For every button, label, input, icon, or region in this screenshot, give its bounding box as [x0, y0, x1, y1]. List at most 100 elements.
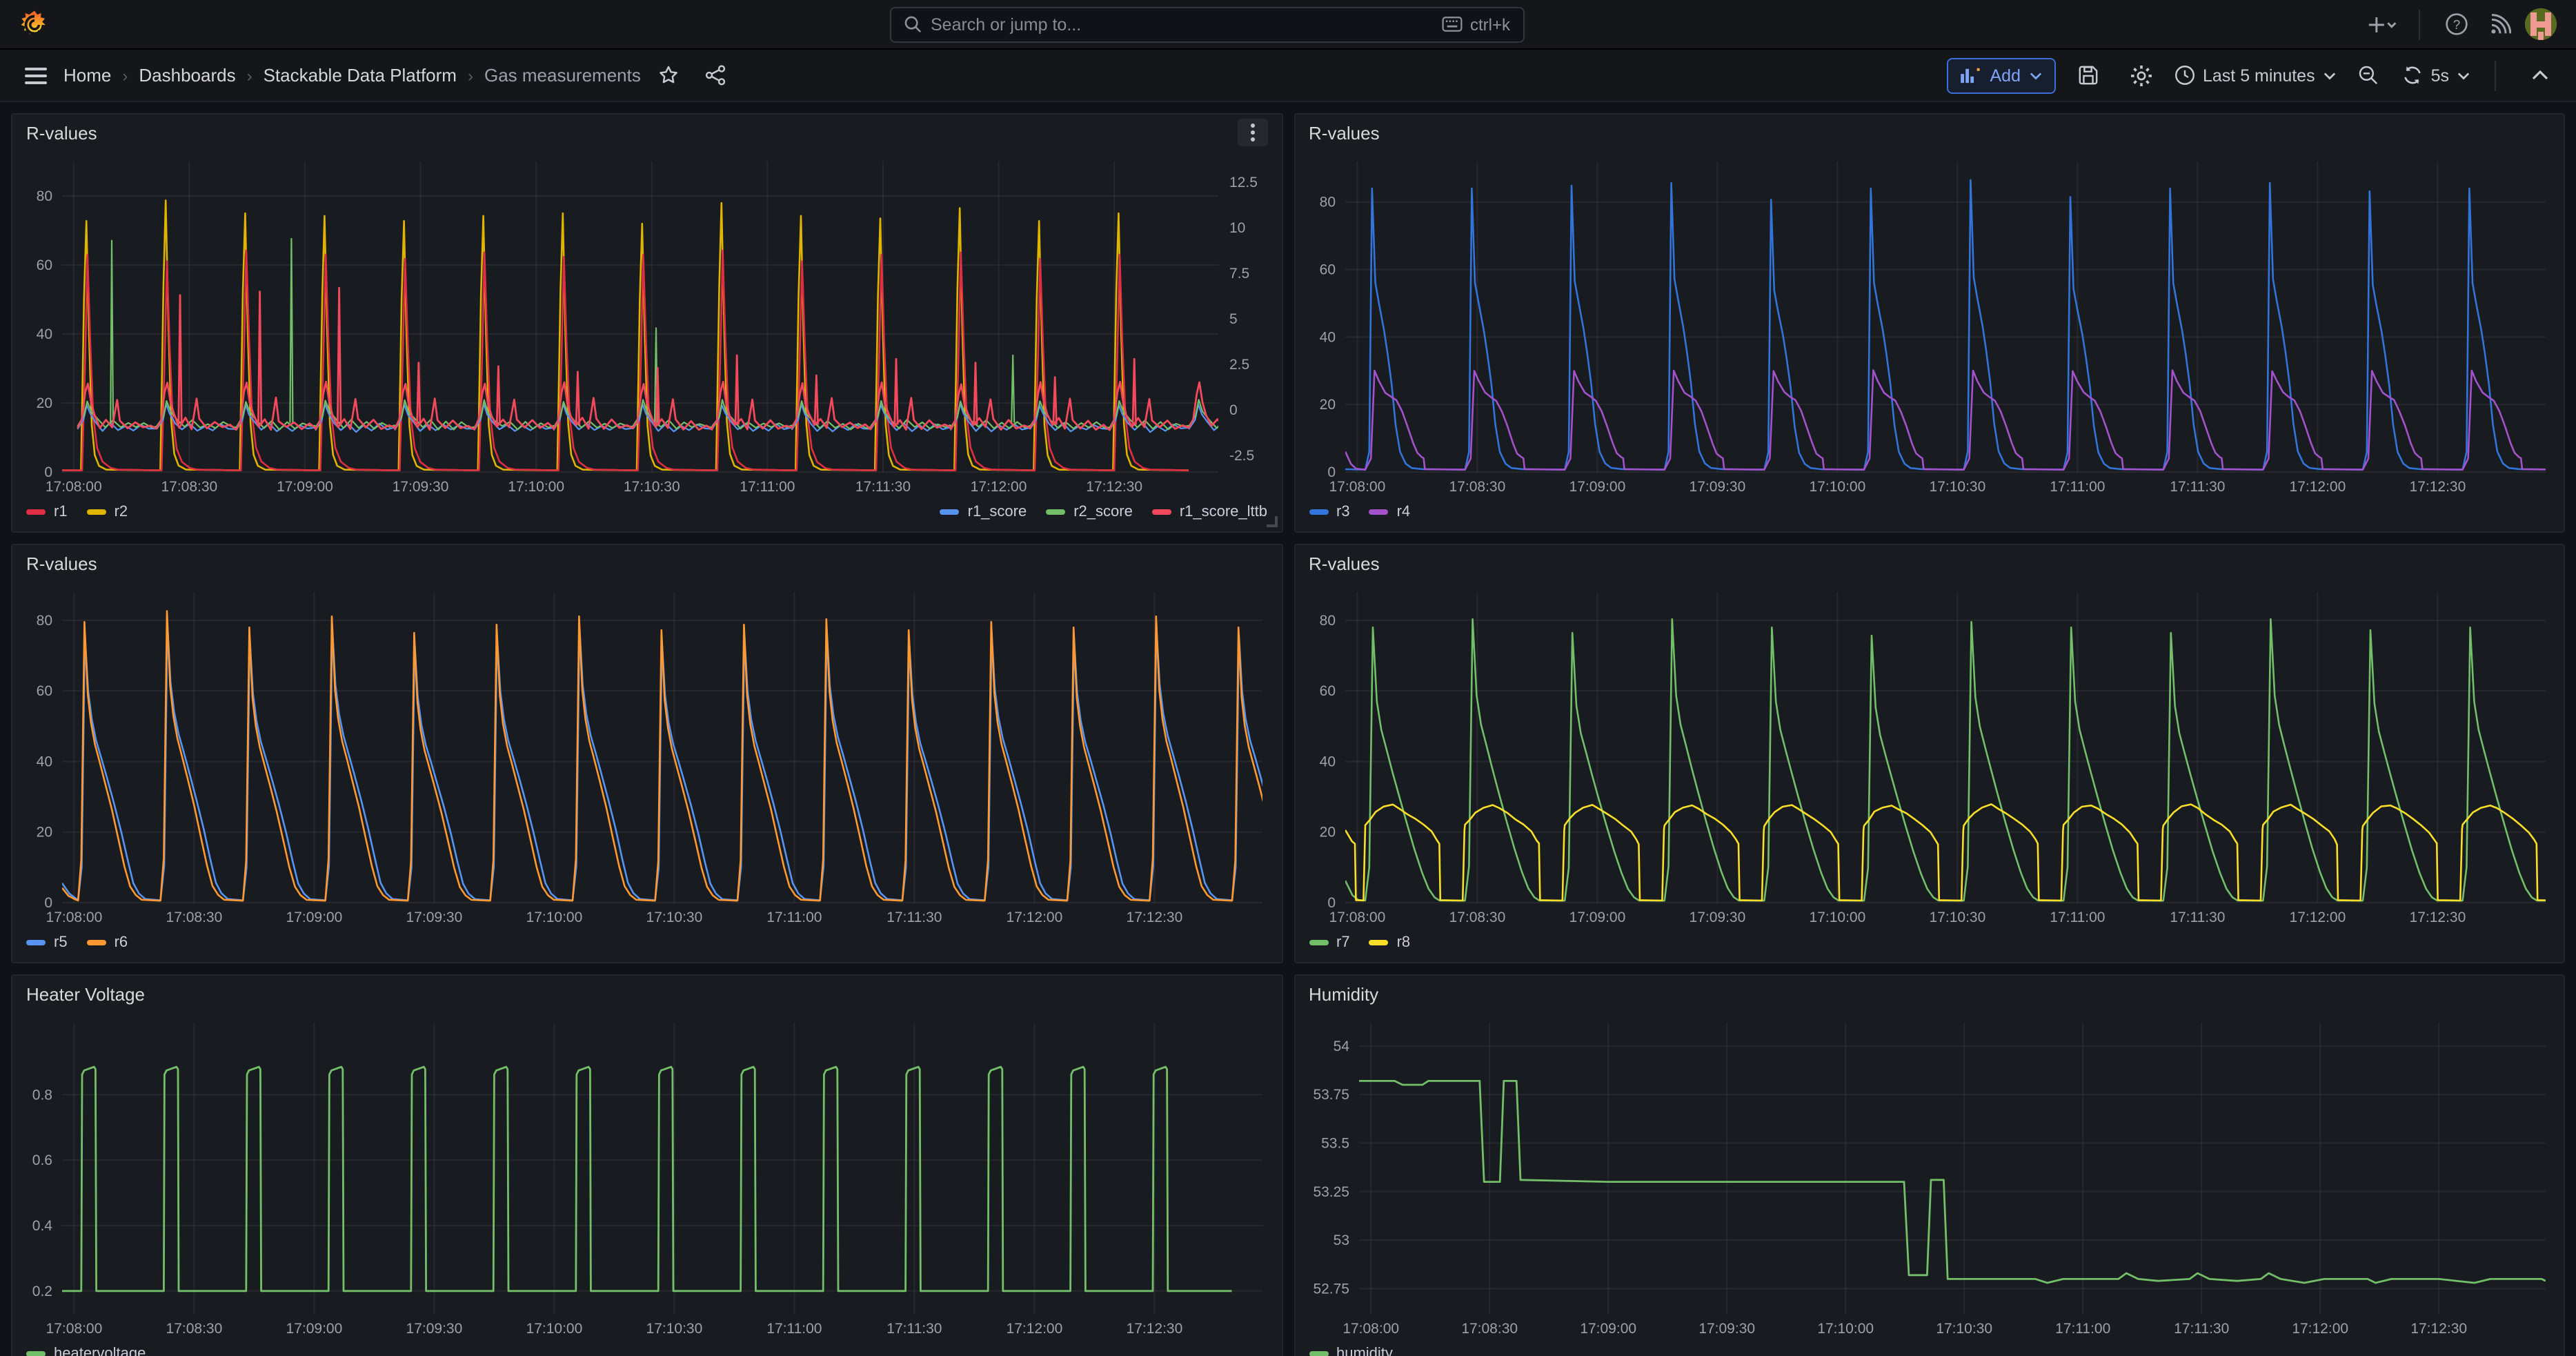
x-axis-tick-label: 17:09:00	[277, 479, 333, 495]
chart-area[interactable]: 17:08:0017:08:3017:09:0017:09:3017:10:00…	[12, 581, 1281, 930]
mega-menu-button[interactable]	[17, 57, 55, 93]
legend-item-r5[interactable]: r5	[26, 934, 68, 951]
legend-label: r2	[115, 504, 128, 520]
legend-color-chip	[1309, 509, 1328, 515]
rss-icon	[2489, 13, 2511, 35]
refresh-icon	[2402, 65, 2423, 86]
search-input[interactable]: Search or jump to... ctrl+k	[889, 6, 1524, 42]
legend-color-chip	[1309, 940, 1328, 945]
favorite-button[interactable]	[649, 57, 688, 93]
legend-item-r7[interactable]: r7	[1309, 934, 1350, 951]
y-axis-tick-label: 80	[1319, 195, 1335, 210]
panel-title[interactable]: Heater Voltage	[26, 983, 145, 1004]
x-axis-tick-label: 17:10:00	[1809, 479, 1865, 495]
chart-area[interactable]: 17:08:0017:08:3017:09:0017:09:3017:10:00…	[1295, 150, 2564, 500]
y-axis-tick-label: 0.2	[32, 1284, 52, 1299]
chart-area[interactable]: 17:08:0017:08:3017:09:0017:09:3017:10:00…	[12, 150, 1281, 500]
breadcrumb-dashboards[interactable]: Dashboards	[139, 65, 235, 86]
legend-label: r1_score	[968, 504, 1027, 520]
x-axis-tick-label: 17:08:00	[1342, 1321, 1398, 1337]
legend-label: r6	[115, 934, 128, 951]
caret-up-icon	[2532, 70, 2548, 80]
refresh-picker[interactable]: 5s	[2402, 65, 2470, 86]
legend-color-chip	[940, 509, 960, 515]
chevron-down-icon	[2457, 71, 2470, 79]
y-axis-tick-label: 0	[44, 895, 52, 911]
series-line-r3	[1345, 180, 2564, 470]
legend-label: humidity	[1336, 1346, 1393, 1356]
y2-axis-tick-label: 0	[1229, 402, 1238, 418]
x-axis-tick-label: 17:11:30	[886, 1321, 942, 1337]
series-line-r7	[1345, 619, 2564, 901]
x-axis-tick-label: 17:10:00	[508, 479, 564, 495]
y-axis-tick-label: 0	[1327, 464, 1335, 480]
x-axis-tick-label: 17:11:00	[766, 1321, 822, 1337]
divider	[2419, 9, 2420, 39]
legend-item-humidity[interactable]: humidity	[1309, 1346, 1393, 1356]
dashboard-settings-button[interactable]	[2121, 57, 2160, 93]
legend-label: r5	[54, 934, 68, 951]
x-axis-tick-label: 17:08:00	[46, 910, 103, 925]
x-axis-tick-label: 17:08:00	[1329, 910, 1385, 925]
legend-label: heatervoltage	[54, 1346, 146, 1356]
breadcrumb-separator: ›	[247, 66, 252, 85]
legend-item-r2_score[interactable]: r2_score	[1046, 504, 1133, 520]
legend-color-chip	[26, 509, 46, 515]
series-line-heatervoltage	[62, 1067, 1231, 1291]
y-axis-tick-label: 60	[37, 683, 52, 699]
panel-resize-handle[interactable]	[1266, 516, 1277, 527]
grafana-logo-icon[interactable]	[19, 9, 50, 39]
x-axis-tick-label: 17:08:30	[1460, 1321, 1517, 1337]
panel-legend: r1 r2 r1_score r2_score r1_score_lttb	[12, 500, 1281, 531]
zoom-out-icon	[2359, 65, 2379, 86]
legend-item-r8[interactable]: r8	[1369, 934, 1411, 951]
save-dashboard-button[interactable]	[2069, 57, 2108, 93]
search-icon	[903, 15, 921, 33]
x-axis-tick-label: 17:12:30	[1127, 1321, 1183, 1337]
new-button[interactable]	[2364, 6, 2402, 42]
panel-title[interactable]: R-values	[1309, 122, 1380, 143]
x-axis-tick-label: 17:11:00	[766, 910, 822, 925]
panel-title[interactable]: Humidity	[1309, 983, 1378, 1004]
keyboard-icon	[1443, 17, 1463, 32]
star-icon	[658, 65, 679, 86]
user-avatar[interactable]	[2525, 8, 2557, 40]
search-placeholder: Search or jump to...	[931, 14, 1433, 34]
panel-title[interactable]: R-values	[26, 122, 97, 143]
time-range-picker[interactable]: Last 5 minutes	[2174, 65, 2336, 86]
x-axis-tick-label: 17:10:00	[1816, 1321, 1873, 1337]
legend-item-r1_score_lttb[interactable]: r1_score_lttb	[1152, 504, 1267, 520]
legend-item-r6[interactable]: r6	[87, 934, 128, 951]
legend-item-r2[interactable]: r2	[87, 504, 128, 520]
x-axis-tick-label: 17:10:30	[1929, 910, 1985, 925]
y-axis-tick-label: 40	[37, 754, 52, 769]
legend-color-chip	[1309, 1351, 1328, 1356]
panel-legend: r5 r6	[12, 930, 1281, 962]
legend-item-heatervoltage[interactable]: heatervoltage	[26, 1346, 146, 1356]
collapse-toolbar-button[interactable]	[2521, 57, 2559, 93]
legend-item-r1[interactable]: r1	[26, 504, 68, 520]
series-line-r2	[62, 200, 1189, 470]
breadcrumb-folder[interactable]: Stackable Data Platform	[264, 65, 457, 86]
chart-area[interactable]: 17:08:0017:08:3017:09:0017:09:3017:10:00…	[12, 1012, 1281, 1342]
panel-title[interactable]: R-values	[1309, 553, 1380, 573]
legend-item-r4[interactable]: r4	[1369, 504, 1411, 520]
y-axis-tick-label: 40	[37, 326, 52, 342]
chart-area[interactable]: 17:08:0017:08:3017:09:0017:09:3017:10:00…	[1295, 1012, 2564, 1342]
svg-text:?: ?	[2453, 18, 2460, 32]
breadcrumb-home[interactable]: Home	[63, 65, 111, 86]
x-axis-tick-label: 17:10:00	[1809, 910, 1865, 925]
legend-item-r3[interactable]: r3	[1309, 504, 1350, 520]
news-button[interactable]	[2481, 6, 2519, 42]
help-button[interactable]: ?	[2437, 6, 2475, 42]
chart-area[interactable]: 17:08:0017:08:3017:09:0017:09:3017:10:00…	[1295, 581, 2564, 930]
add-button[interactable]: Add	[1948, 57, 2056, 93]
legend-item-r1_score[interactable]: r1_score	[940, 504, 1027, 520]
panel-menu-kebab-icon[interactable]	[1237, 119, 1267, 146]
panel-title[interactable]: R-values	[26, 553, 97, 573]
x-axis-tick-label: 17:12:30	[1127, 910, 1183, 925]
share-button[interactable]	[696, 57, 735, 93]
y-axis-tick-label: 80	[1319, 613, 1335, 629]
y2-axis-tick-label: 7.5	[1229, 266, 1249, 282]
zoom-out-button[interactable]	[2350, 57, 2388, 93]
